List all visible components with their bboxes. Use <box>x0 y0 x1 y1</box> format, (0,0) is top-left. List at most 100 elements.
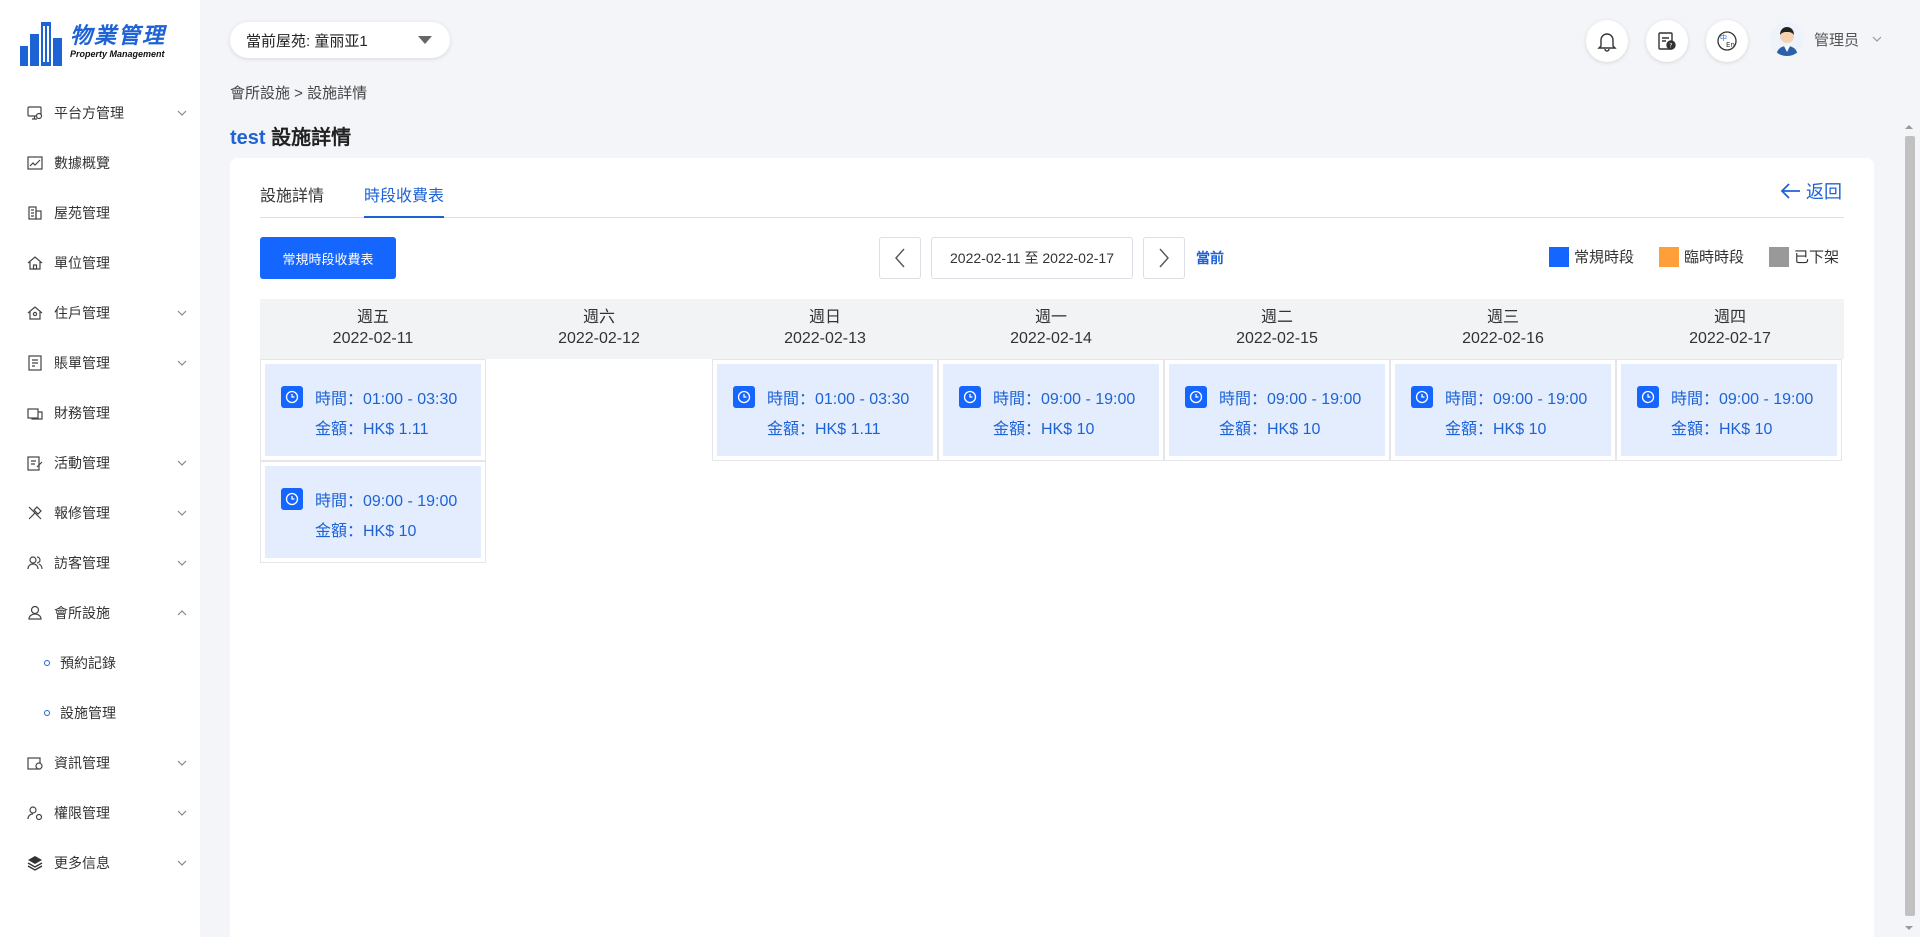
sidebar-item-visitor[interactable]: 訪客管理 <box>0 538 200 588</box>
slot-amount: 金額：HK$ 10 <box>993 421 1095 438</box>
date-label: 2022-02-12 <box>558 330 640 347</box>
slot-time: 時間：09:00 - 19:00 <box>1219 391 1362 408</box>
sidebar-item-platform[interactable]: 平台方管理 <box>0 88 200 138</box>
facility-detail-card: 設施詳情 時段收費表 返回 常規時段收費表 2022-02-11 至 2022-… <box>230 158 1874 937</box>
chevron-right-icon <box>1159 248 1169 268</box>
sidebar-item-facility[interactable]: 會所設施 <box>0 588 200 638</box>
house-user-icon <box>26 304 44 322</box>
sidebar-subitem-label: 預約記錄 <box>60 655 116 671</box>
sidebar-item-bill[interactable]: 賬單管理 <box>0 338 200 388</box>
visitors-icon <box>26 554 44 572</box>
chart-line-icon <box>26 154 44 172</box>
sidebar-item-permission[interactable]: 權限管理 <box>0 788 200 838</box>
slot-amount: 金額：HK$ 1.11 <box>315 421 429 438</box>
svg-text:En: En <box>1726 41 1735 49</box>
sidebar-item-label: 平台方管理 <box>54 105 124 121</box>
clock-icon <box>281 386 303 408</box>
chevron-down-icon <box>177 860 187 866</box>
legend-regular: 常規時段 <box>1549 246 1634 267</box>
time-slot[interactable]: 時間：01:00 - 03:30 金額：HK$ 1.11 <box>265 364 481 456</box>
logo: 物業管理 Property Management <box>20 16 166 68</box>
chevron-down-icon <box>177 310 187 316</box>
page-title-suffix: 設施詳情 <box>265 127 352 149</box>
weekday-label: 週五 <box>356 309 389 326</box>
page-scrollbar[interactable] <box>1902 120 1916 937</box>
sidebar-item-activity[interactable]: 活動管理 <box>0 438 200 488</box>
svg-text:?: ? <box>1669 43 1672 50</box>
home-icon <box>26 254 44 272</box>
chevron-down-icon <box>177 110 187 116</box>
day-column: 時間：01:00 - 03:30 金額：HK$ 1.11 時間：09:00 - … <box>260 359 486 563</box>
caret-down-icon <box>418 36 432 44</box>
time-slot[interactable]: 時間：09:00 - 19:00 金額：HK$ 10 <box>943 364 1159 456</box>
day-header: 週六 2022-02-12 <box>486 299 712 359</box>
sidebar-menu: 平台方管理 數據概覽 屋苑管理 單位管理 住戶管理 賬單管理 財務管理 活動管理… <box>0 88 200 888</box>
sidebar-item-label: 資訊管理 <box>54 755 110 771</box>
slot-amount: 金額：HK$ 10 <box>1445 421 1547 438</box>
time-slot[interactable]: 時間：01:00 - 03:30 金額：HK$ 1.11 <box>717 364 933 456</box>
help-doc-button[interactable]: ? <box>1646 20 1688 62</box>
sidebar-item-repair[interactable]: 報修管理 <box>0 488 200 538</box>
sidebar-item-label: 住戶管理 <box>54 305 110 321</box>
user-key-icon <box>26 804 44 822</box>
date-range-display[interactable]: 2022-02-11 至 2022-02-17 <box>931 237 1133 279</box>
user-name: 管理员 <box>1814 31 1860 49</box>
tab-bar: 設施詳情 時段收費表 <box>260 186 1844 218</box>
weekday-label: 週六 <box>582 309 615 326</box>
monitor-settings-icon <box>26 104 44 122</box>
chevron-left-icon <box>895 248 905 268</box>
weekday-label: 週一 <box>1034 309 1067 326</box>
sidebar-subitem-facility-manage[interactable]: 設施管理 <box>0 688 200 738</box>
day-column: 時間：09:00 - 19:00 金額：HK$ 10 <box>1616 359 1842 461</box>
next-week-button[interactable] <box>1143 237 1185 279</box>
sidebar-item-finance[interactable]: 財務管理 <box>0 388 200 438</box>
arrow-left-icon <box>1780 183 1800 199</box>
prev-week-button[interactable] <box>879 237 921 279</box>
tab-facility-detail[interactable]: 設施詳情 <box>260 186 324 218</box>
page-title: test 設施詳情 <box>230 121 351 150</box>
day-header: 週二 2022-02-15 <box>1164 299 1390 359</box>
sidebar-item-label: 報修管理 <box>54 505 110 521</box>
time-slot[interactable]: 時間：09:00 - 19:00 金額：HK$ 10 <box>265 466 481 558</box>
date-label: 2022-02-15 <box>1236 330 1318 347</box>
sidebar-item-resident[interactable]: 住戶管理 <box>0 288 200 338</box>
sidebar-item-label: 訪客管理 <box>54 555 110 571</box>
sidebar: 物業管理 Property Management 平台方管理 數據概覽 屋苑管理… <box>0 0 200 937</box>
time-slot[interactable]: 時間：09:00 - 19:00 金額：HK$ 10 <box>1621 364 1837 456</box>
scrollbar-thumb[interactable] <box>1905 136 1915 916</box>
user-menu[interactable]: 管理员 <box>1770 22 1883 56</box>
notification-button[interactable] <box>1586 20 1628 62</box>
regular-pricing-button[interactable]: 常規時段收費表 <box>260 237 396 279</box>
chevron-down-icon <box>177 360 187 366</box>
scroll-down-arrow-icon <box>1905 926 1913 930</box>
sidebar-item-unit[interactable]: 單位管理 <box>0 238 200 288</box>
time-slot-cell: 時間：09:00 - 19:00 金額：HK$ 10 <box>1164 359 1390 461</box>
time-slot[interactable]: 時間：09:00 - 19:00 金額：HK$ 10 <box>1395 364 1611 456</box>
back-label: 返回 <box>1806 182 1842 202</box>
sidebar-item-info[interactable]: 資訊管理 <box>0 738 200 788</box>
building-logo-icon <box>20 16 64 68</box>
date-range-text: 2022-02-11 至 2022-02-17 <box>950 250 1114 266</box>
slot-time: 時間：09:00 - 19:00 <box>1445 391 1588 408</box>
sidebar-item-estate[interactable]: 屋苑管理 <box>0 188 200 238</box>
tab-time-pricing[interactable]: 時段收費表 <box>364 186 445 218</box>
date-label: 2022-02-17 <box>1689 330 1771 347</box>
sidebar-item-dashboard[interactable]: 數據概覽 <box>0 138 200 188</box>
back-button[interactable]: 返回 <box>1780 178 1842 204</box>
estate-select[interactable]: 當前屋苑: 童丽亚1 <box>230 22 450 58</box>
date-label: 2022-02-13 <box>784 330 866 347</box>
language-button[interactable]: 中 En <box>1706 20 1748 62</box>
clock-icon <box>281 488 303 510</box>
chevron-down-icon <box>177 810 187 816</box>
today-link[interactable]: 當前 <box>1196 248 1224 268</box>
logo-en-text: Property Management <box>70 49 165 59</box>
finance-icon <box>26 404 44 422</box>
sidebar-subitem-booking[interactable]: 預約記錄 <box>0 638 200 688</box>
tools-icon <box>26 504 44 522</box>
slot-amount: 金額：HK$ 10 <box>315 523 417 540</box>
sidebar-item-label: 會所設施 <box>54 605 110 621</box>
time-slot[interactable]: 時間：09:00 - 19:00 金額：HK$ 10 <box>1169 364 1385 456</box>
time-slot-cell: 時間：09:00 - 19:00 金額：HK$ 10 <box>260 461 486 563</box>
date-label: 2022-02-11 <box>332 330 414 347</box>
sidebar-item-more[interactable]: 更多信息 <box>0 838 200 888</box>
